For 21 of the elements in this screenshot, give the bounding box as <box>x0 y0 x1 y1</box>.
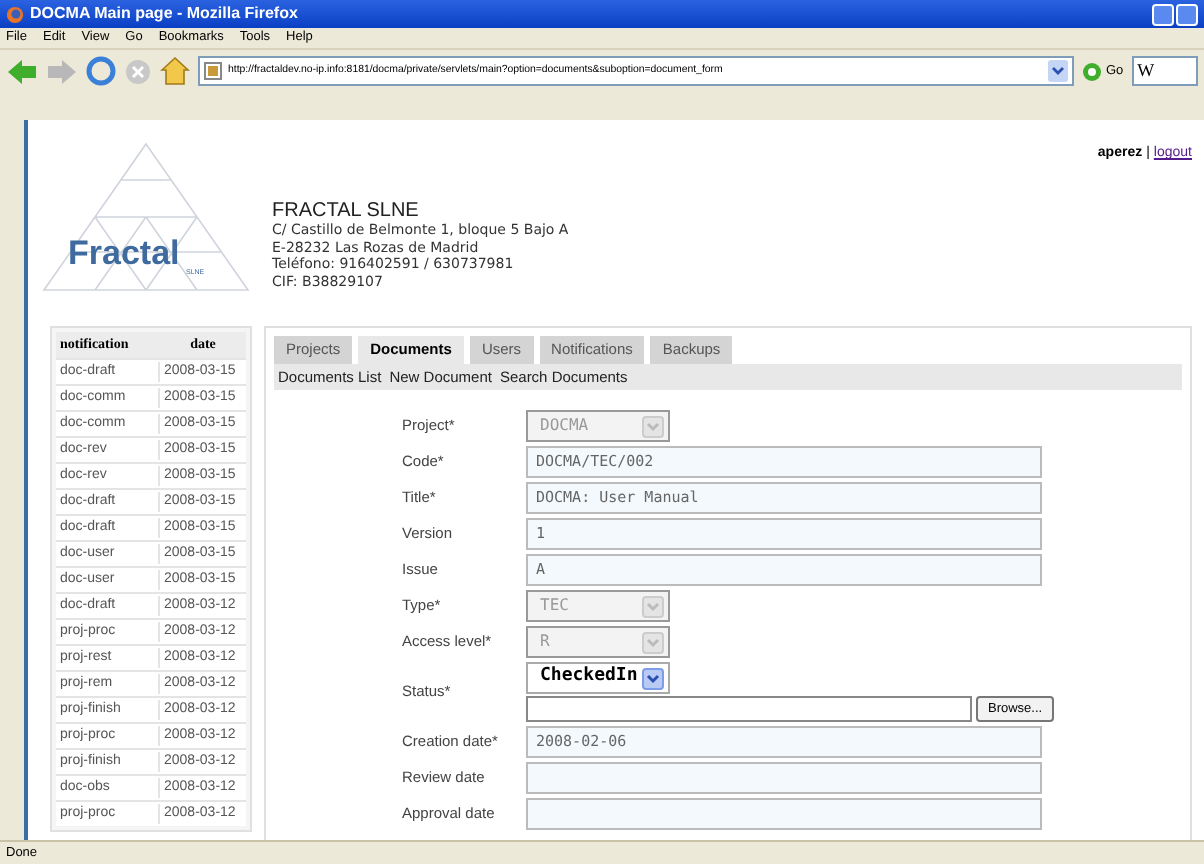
text-field[interactable] <box>526 798 1042 830</box>
browser-icon <box>6 5 24 23</box>
logo-name: Fractal <box>68 232 180 276</box>
forward-arrow-icon[interactable] <box>46 57 78 85</box>
company-name: FRACTAL SLNE <box>272 200 421 222</box>
page-icon <box>204 62 222 80</box>
back-arrow-icon[interactable] <box>6 57 38 85</box>
dropdown-arrow-icon <box>642 631 664 653</box>
search-field[interactable]: W <box>1131 56 1198 86</box>
text-field[interactable] <box>526 762 1042 794</box>
select-field[interactable]: CheckedIn <box>526 662 670 694</box>
dropdown-arrow-icon <box>642 595 664 617</box>
stop-icon[interactable] <box>124 57 152 85</box>
reload-icon[interactable] <box>86 56 116 86</box>
home-icon[interactable] <box>160 56 190 86</box>
dropdown-arrow-icon <box>642 667 664 689</box>
maximize-button[interactable] <box>1176 3 1198 25</box>
dropdown-arrow-icon <box>642 415 664 437</box>
minimize-button[interactable] <box>1152 3 1174 25</box>
window-title: DOCMA Main page - Mozilla Firefox <box>30 2 298 26</box>
file-field[interactable] <box>526 696 972 722</box>
